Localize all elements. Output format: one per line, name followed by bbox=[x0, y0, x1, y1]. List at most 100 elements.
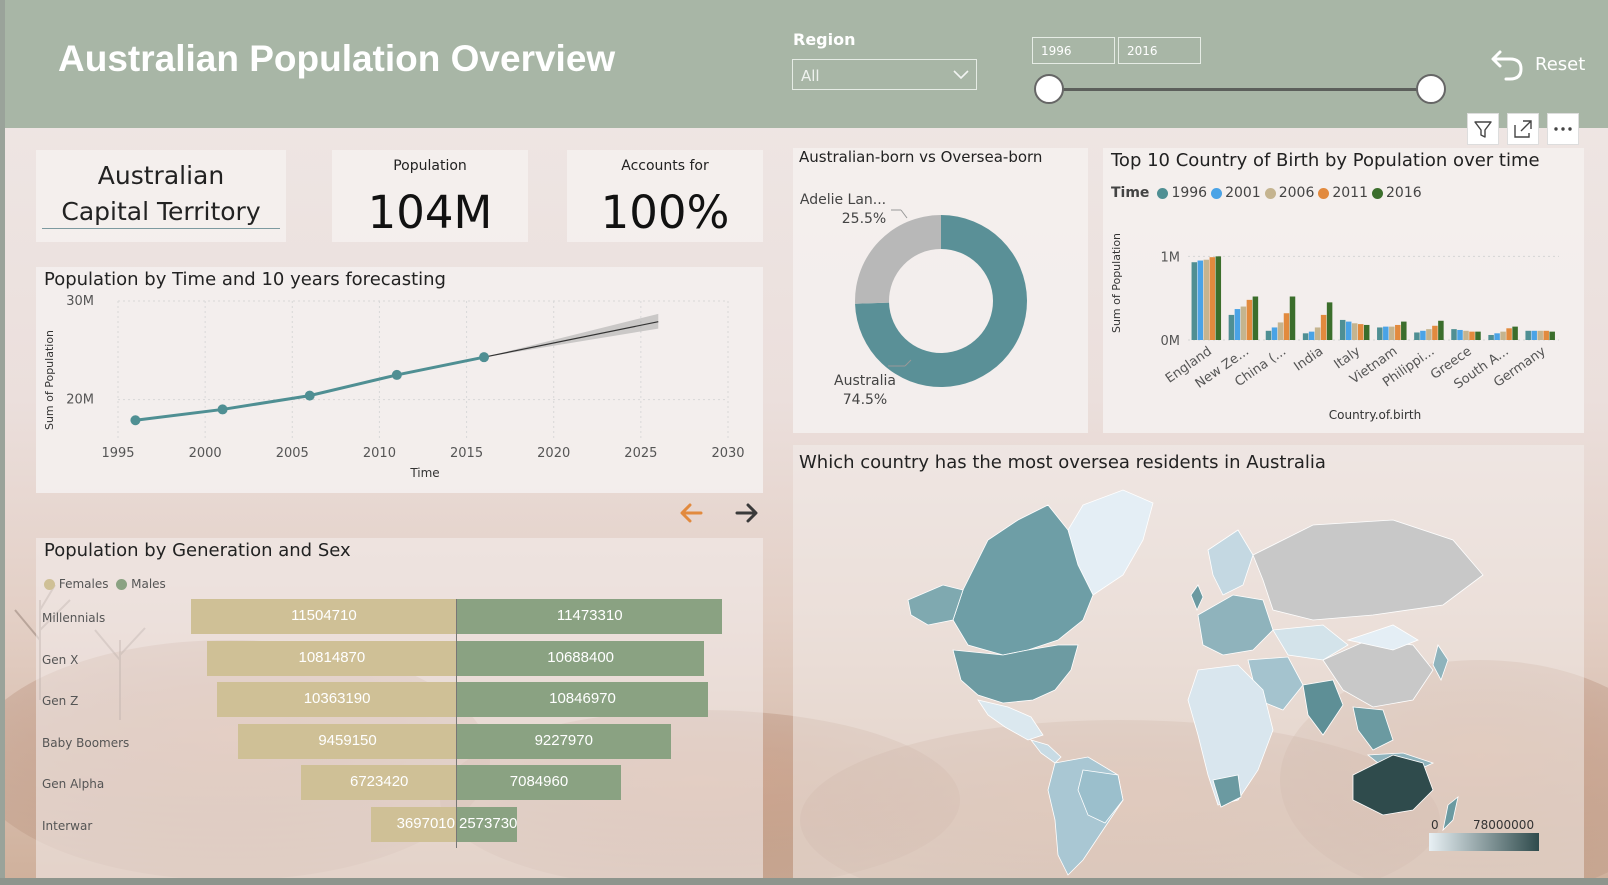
bar-2016-2 bbox=[1289, 296, 1296, 340]
population-line bbox=[135, 355, 485, 422]
bar-2016-5 bbox=[1401, 321, 1407, 340]
forecast-line bbox=[483, 321, 659, 358]
line-chart-card[interactable]: Population by Time and 10 years forecast… bbox=[36, 267, 763, 493]
map-mexico[interactable] bbox=[977, 699, 1044, 741]
bar-2006-0 bbox=[1203, 259, 1210, 340]
generation-label: Interwar bbox=[42, 818, 93, 833]
slider-end-handle[interactable] bbox=[1416, 74, 1446, 104]
map-europe[interactable] bbox=[1197, 594, 1274, 656]
bar-1996-7 bbox=[1451, 329, 1457, 340]
focus-mode-button[interactable] bbox=[1507, 113, 1539, 145]
bar-2011-7 bbox=[1469, 331, 1475, 340]
expand-icon bbox=[1514, 120, 1532, 138]
bar-2001-4 bbox=[1345, 321, 1352, 340]
bar-2011-1 bbox=[1246, 299, 1253, 340]
donut-slice-1 bbox=[855, 215, 941, 304]
x-tick-label: India bbox=[1291, 344, 1326, 375]
bar-2016-4 bbox=[1363, 324, 1370, 340]
region-dropdown[interactable]: All bbox=[792, 59, 977, 90]
male-bar-value: 2573730 bbox=[459, 814, 518, 832]
map-scandinavia[interactable] bbox=[1207, 529, 1254, 596]
world-map[interactable] bbox=[793, 445, 1584, 878]
bar-2006-3 bbox=[1314, 327, 1321, 340]
map-japan[interactable] bbox=[1432, 644, 1449, 681]
y-axis-label: Sum of Population bbox=[43, 330, 56, 430]
map-india[interactable] bbox=[1302, 679, 1344, 736]
line-chart[interactable]: 1995 2000 2005 2010 2015 2020 2025 2030 20M 30M Ti… bbox=[36, 267, 763, 493]
generation-label: Gen Alpha bbox=[42, 777, 105, 791]
female-bar[interactable]: 11504710 bbox=[190, 599, 457, 634]
map-uk[interactable] bbox=[1190, 584, 1204, 612]
y-tick-label: 30M bbox=[66, 294, 94, 309]
male-bar[interactable]: 7084960 bbox=[457, 765, 621, 800]
map-color-scale bbox=[1429, 833, 1539, 851]
chevron-down-icon bbox=[953, 70, 969, 80]
donut-chart[interactable]: Australia 74.5% Adelie Lan... 25.5% bbox=[793, 148, 1088, 433]
map-usa[interactable] bbox=[952, 644, 1079, 704]
donut-label-australia: Australia bbox=[834, 373, 896, 389]
bar-2001-7 bbox=[1457, 329, 1463, 340]
donut-card[interactable]: Australian-born vs Oversea-born Australi… bbox=[793, 148, 1088, 433]
bar-2006-5 bbox=[1389, 326, 1395, 340]
x-tick-label: 1995 bbox=[101, 446, 134, 461]
bar-2016-6 bbox=[1438, 320, 1444, 340]
map-australia[interactable] bbox=[1352, 754, 1434, 816]
female-bar[interactable]: 6723420 bbox=[301, 765, 457, 800]
female-bar-value: 10814870 bbox=[298, 648, 366, 666]
undo-icon[interactable] bbox=[1490, 44, 1526, 84]
female-bar[interactable]: 10814870 bbox=[206, 640, 457, 676]
reset-button[interactable]: Reset bbox=[1535, 54, 1585, 75]
bar-2001-5 bbox=[1383, 326, 1389, 340]
female-bar[interactable]: 9459150 bbox=[238, 723, 457, 759]
arrow-left-icon[interactable] bbox=[679, 502, 705, 524]
bar-2011-3 bbox=[1320, 314, 1327, 340]
date-end-input[interactable]: 2016 bbox=[1118, 37, 1201, 64]
female-bar[interactable]: 10363190 bbox=[217, 682, 457, 717]
visual-header-toolbar bbox=[1467, 113, 1585, 145]
bar-2006-6 bbox=[1426, 329, 1432, 340]
filter-button[interactable] bbox=[1467, 113, 1499, 145]
female-bar-value: 3697010 bbox=[396, 814, 455, 832]
year-range-slider-track[interactable] bbox=[1053, 88, 1433, 91]
bar-2011-2 bbox=[1283, 313, 1290, 340]
x-tick-label: 2000 bbox=[189, 446, 222, 461]
generation-label: Gen Z bbox=[42, 694, 79, 708]
map-se-asia[interactable] bbox=[1352, 706, 1394, 751]
column-chart-card[interactable]: Top 10 Country of Birth by Population ov… bbox=[1103, 148, 1584, 433]
column-chart[interactable]: 0M1MEnglandNew Ze...China (... India Italy… bbox=[1103, 148, 1584, 433]
frame-left bbox=[0, 0, 5, 885]
map-central-america[interactable] bbox=[1029, 739, 1062, 764]
male-bar[interactable]: 10846970 bbox=[457, 682, 708, 717]
pyramid-chart[interactable]: Millennials 11504710 11473310 Gen X 10814870… bbox=[36, 538, 763, 878]
male-bar[interactable]: 9227970 bbox=[457, 723, 671, 759]
bar-1996-6 bbox=[1414, 332, 1420, 340]
world-map-card[interactable]: Which country has the most oversea resid… bbox=[793, 445, 1584, 878]
bar-1996-3 bbox=[1302, 333, 1309, 340]
report-header: Australian Population Overview Region Al… bbox=[5, 0, 1608, 128]
female-bar[interactable]: 3697010 bbox=[371, 806, 457, 842]
male-bar-value: 9227970 bbox=[534, 731, 593, 749]
female-bar-value: 10363190 bbox=[303, 690, 371, 707]
bar-2001-0 bbox=[1197, 260, 1204, 340]
arrow-right-icon[interactable] bbox=[733, 502, 759, 524]
male-bar[interactable]: 2573730 bbox=[457, 806, 518, 842]
bar-2016-3 bbox=[1326, 302, 1333, 340]
bar-1996-1 bbox=[1228, 314, 1235, 340]
generation-sex-card[interactable]: Population by Generation and Sex Females… bbox=[36, 538, 763, 878]
map-russia[interactable] bbox=[1252, 519, 1484, 621]
report-canvas: Australian Population Overview Region Al… bbox=[0, 0, 1608, 885]
map-new-zealand[interactable] bbox=[1442, 795, 1459, 832]
region-name: Australian Capital Territory bbox=[61, 161, 261, 226]
population-label: Population bbox=[393, 158, 467, 174]
male-bar[interactable]: 11473310 bbox=[457, 599, 723, 634]
bar-2006-8 bbox=[1500, 331, 1506, 340]
male-bar[interactable]: 10688400 bbox=[457, 640, 705, 676]
data-point bbox=[391, 369, 402, 380]
male-bar-value: 7084960 bbox=[509, 773, 569, 790]
data-point bbox=[479, 352, 489, 363]
page-title: Australian Population Overview bbox=[58, 38, 616, 79]
slider-start-handle[interactable] bbox=[1034, 74, 1064, 104]
date-start-input[interactable]: 1996 bbox=[1032, 37, 1115, 64]
more-options-button[interactable] bbox=[1547, 113, 1579, 145]
bar-2016-7 bbox=[1475, 331, 1481, 340]
